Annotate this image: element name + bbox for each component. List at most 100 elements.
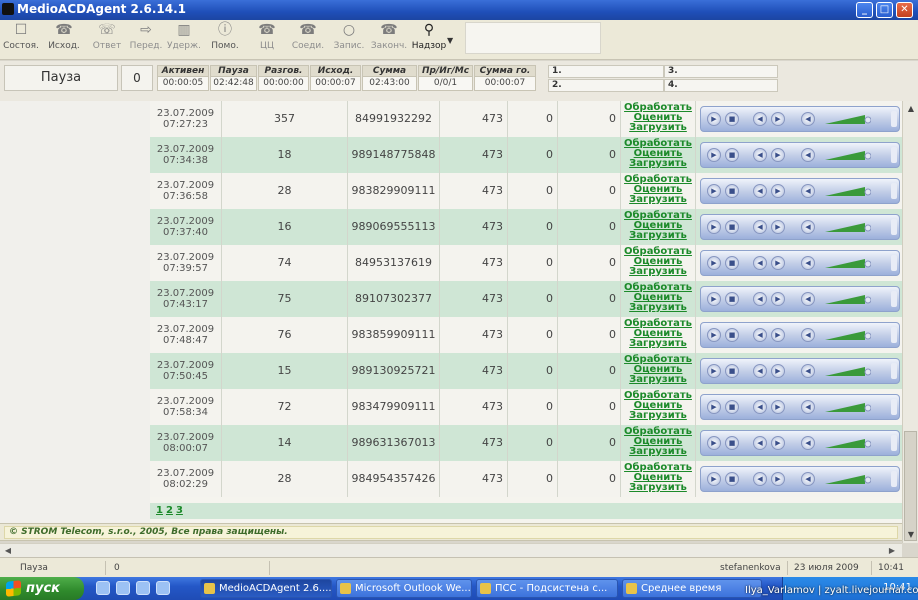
load-link[interactable]: Загрузить <box>621 267 695 277</box>
load-link[interactable]: Загрузить <box>621 339 695 349</box>
next-icon[interactable]: ▶ <box>771 328 785 342</box>
player-scroll[interactable] <box>891 471 897 487</box>
toolbar-button-8[interactable]: ☎ Соеди. <box>287 22 329 58</box>
player-scroll[interactable] <box>891 363 897 379</box>
stop-icon[interactable]: ■ <box>725 148 739 162</box>
mute-icon[interactable]: ◀ <box>801 328 815 342</box>
load-link[interactable]: Загрузить <box>621 447 695 457</box>
next-icon[interactable]: ▶ <box>771 400 785 414</box>
toolbar-button-2[interactable]: ☎ Исход. <box>43 22 85 58</box>
prev-icon[interactable]: ◀ <box>753 400 767 414</box>
volume-slider[interactable] <box>825 292 872 306</box>
taskbar-task[interactable]: Среднее время <box>622 579 762 598</box>
quicklaunch-ie-icon[interactable] <box>96 581 110 595</box>
player-scroll[interactable] <box>891 291 897 307</box>
next-icon[interactable]: ▶ <box>771 112 785 126</box>
toolbar-button-9[interactable]: ○ Запис. <box>328 22 370 58</box>
volume-slider[interactable] <box>825 220 872 234</box>
player-scroll[interactable] <box>891 147 897 163</box>
stop-icon[interactable]: ■ <box>725 112 739 126</box>
stop-icon[interactable]: ■ <box>725 400 739 414</box>
mute-icon[interactable]: ◀ <box>801 184 815 198</box>
player-scroll[interactable] <box>891 399 897 415</box>
load-link[interactable]: Загрузить <box>621 159 695 169</box>
next-icon[interactable]: ▶ <box>771 148 785 162</box>
quicklaunch-desktop-icon[interactable] <box>156 581 170 595</box>
play-icon[interactable]: ▶ <box>707 292 721 306</box>
play-icon[interactable]: ▶ <box>707 112 721 126</box>
mute-icon[interactable]: ◀ <box>801 436 815 450</box>
scroll-right-icon[interactable]: ▶ <box>886 544 898 557</box>
taskbar-task[interactable]: Microsoft Outlook We... <box>336 579 472 598</box>
play-icon[interactable]: ▶ <box>707 472 721 486</box>
load-link[interactable]: Загрузить <box>621 483 695 493</box>
scroll-thumb[interactable] <box>904 431 917 541</box>
mute-icon[interactable]: ◀ <box>801 148 815 162</box>
player-scroll[interactable] <box>891 219 897 235</box>
play-icon[interactable]: ▶ <box>707 220 721 234</box>
prev-icon[interactable]: ◀ <box>753 436 767 450</box>
prev-icon[interactable]: ◀ <box>753 112 767 126</box>
play-icon[interactable]: ▶ <box>707 400 721 414</box>
stop-icon[interactable]: ■ <box>725 292 739 306</box>
prev-icon[interactable]: ◀ <box>753 364 767 378</box>
prev-icon[interactable]: ◀ <box>753 148 767 162</box>
scroll-down-icon[interactable]: ▼ <box>905 529 917 541</box>
mute-icon[interactable]: ◀ <box>801 112 815 126</box>
mute-icon[interactable]: ◀ <box>801 220 815 234</box>
volume-slider[interactable] <box>825 436 872 450</box>
toolbar-button-11[interactable]: ⚲ Надзор <box>408 22 450 58</box>
next-icon[interactable]: ▶ <box>771 436 785 450</box>
toolbar-button-6[interactable]: ⓘ Помо. <box>204 22 246 58</box>
line-slot-4[interactable]: 4. <box>664 79 778 92</box>
volume-slider[interactable] <box>825 472 872 486</box>
toolbar-button-10[interactable]: ☎ Законч. <box>368 22 410 58</box>
next-icon[interactable]: ▶ <box>771 292 785 306</box>
prev-icon[interactable]: ◀ <box>753 184 767 198</box>
volume-slider[interactable] <box>825 364 872 378</box>
mute-icon[interactable]: ◀ <box>801 292 815 306</box>
page-link-2[interactable]: 2 <box>166 505 173 516</box>
volume-slider[interactable] <box>825 256 872 270</box>
quicklaunch-media-icon[interactable] <box>116 581 130 595</box>
volume-slider[interactable] <box>825 112 872 126</box>
stop-icon[interactable]: ■ <box>725 220 739 234</box>
prev-icon[interactable]: ◀ <box>753 328 767 342</box>
line-slot-1[interactable]: 1. <box>548 65 664 78</box>
scroll-up-icon[interactable]: ▲ <box>905 103 917 115</box>
mute-icon[interactable]: ◀ <box>801 256 815 270</box>
start-button[interactable]: пуск <box>0 577 84 600</box>
player-scroll[interactable] <box>891 327 897 343</box>
stop-icon[interactable]: ■ <box>725 256 739 270</box>
prev-icon[interactable]: ◀ <box>753 292 767 306</box>
toolbar-button-5[interactable]: ▥ Удерж. <box>163 22 205 58</box>
toolbar-button-4[interactable]: ⇨ Перед. <box>125 22 167 58</box>
stop-icon[interactable]: ■ <box>725 184 739 198</box>
volume-slider[interactable] <box>825 184 872 198</box>
line-slot-3[interactable]: 3. <box>664 65 778 78</box>
taskbar-task[interactable]: ПСС - Подсистена с... <box>476 579 618 598</box>
volume-slider[interactable] <box>825 148 872 162</box>
stop-icon[interactable]: ■ <box>725 328 739 342</box>
play-icon[interactable]: ▶ <box>707 184 721 198</box>
agent-state-box[interactable]: Пауза <box>4 65 118 91</box>
quicklaunch-app-icon[interactable] <box>136 581 150 595</box>
toolbar-button-3[interactable]: ☏ Ответ <box>86 22 128 58</box>
scroll-left-icon[interactable]: ◀ <box>2 544 14 557</box>
prev-icon[interactable]: ◀ <box>753 256 767 270</box>
page-link-1[interactable]: 1 <box>156 505 163 516</box>
load-link[interactable]: Загрузить <box>621 231 695 241</box>
next-icon[interactable]: ▶ <box>771 364 785 378</box>
player-scroll[interactable] <box>891 183 897 199</box>
volume-slider[interactable] <box>825 328 872 342</box>
mute-icon[interactable]: ◀ <box>801 400 815 414</box>
page-link-3[interactable]: 3 <box>176 505 183 516</box>
stop-icon[interactable]: ■ <box>725 436 739 450</box>
maximize-button[interactable]: □ <box>876 2 893 18</box>
play-icon[interactable]: ▶ <box>707 436 721 450</box>
stop-icon[interactable]: ■ <box>725 472 739 486</box>
horizontal-scrollbar[interactable]: ◀ ▶ <box>0 543 902 557</box>
next-icon[interactable]: ▶ <box>771 220 785 234</box>
play-icon[interactable]: ▶ <box>707 364 721 378</box>
vertical-scrollbar[interactable]: ▲ ▼ <box>902 101 918 543</box>
